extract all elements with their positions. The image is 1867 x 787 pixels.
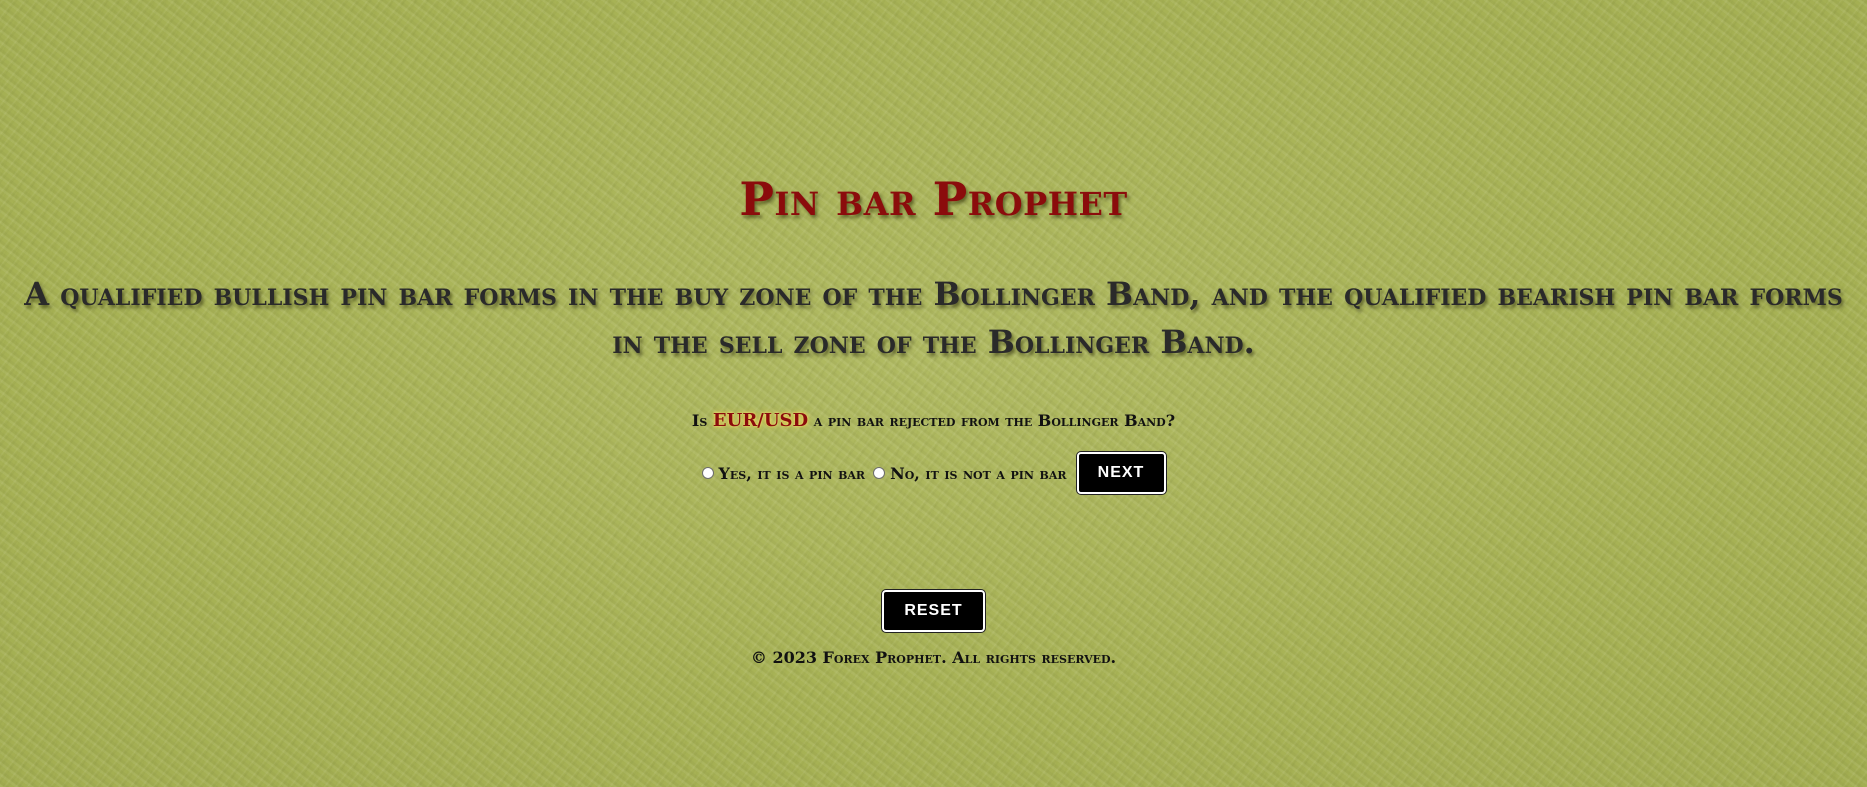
option-yes[interactable]: Yes, it is a pin bar xyxy=(701,464,866,483)
page-title: Pin bar Prophet xyxy=(739,172,1128,226)
option-yes-label[interactable]: Yes, it is a pin bar xyxy=(719,464,866,483)
question-suffix: a pin bar rejected from the Bollinger Ba… xyxy=(813,411,1176,430)
radio-yes[interactable] xyxy=(701,467,714,479)
question-prefix: Is xyxy=(691,411,708,430)
option-no[interactable]: No, it is not a pin bar xyxy=(873,464,1067,483)
reset-button[interactable]: RESET xyxy=(882,590,985,632)
page: Pin bar Prophet A qualified bullish pin … xyxy=(0,0,1867,787)
reset-container: RESET xyxy=(0,590,1867,632)
footer-copyright: © 2023 Forex Prophet. All rights reserve… xyxy=(750,648,1117,667)
radio-no[interactable] xyxy=(873,467,886,479)
page-subtitle: A qualified bullish pin bar forms in the… xyxy=(24,275,1843,361)
quiz-question: Is EUR/USD a pin bar rejected from the B… xyxy=(0,410,1867,431)
option-no-label[interactable]: No, it is not a pin bar xyxy=(890,464,1066,483)
next-button[interactable]: NEXT xyxy=(1076,452,1166,494)
answer-options: Yes, it is a pin bar No, it is not a pin… xyxy=(0,452,1867,494)
currency-pair: EUR/USD xyxy=(712,410,809,431)
